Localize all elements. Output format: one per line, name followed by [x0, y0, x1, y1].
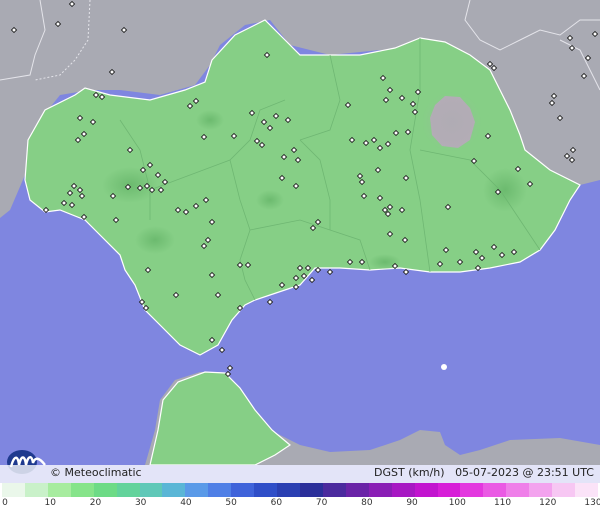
- scale-swatch: [506, 483, 530, 497]
- scale-swatch: [231, 483, 255, 497]
- color-scale-swatches: [2, 483, 598, 497]
- scale-label: 0: [2, 498, 8, 508]
- wind-gust-map: [0, 0, 600, 465]
- mountain-glow: [422, 92, 482, 152]
- scale-swatch: [2, 483, 25, 497]
- scale-swatch: [93, 483, 117, 497]
- scale-swatch: [47, 483, 71, 497]
- scale-swatch: [414, 483, 438, 497]
- scale-swatch: [322, 483, 346, 497]
- scale-swatch: [368, 483, 392, 497]
- scale-swatch: [483, 483, 507, 497]
- scale-label: 10: [44, 498, 56, 508]
- scale-label: 80: [361, 498, 373, 508]
- scale-label: 50: [225, 498, 237, 508]
- gust-area: [135, 226, 175, 254]
- scale-swatch: [552, 483, 576, 497]
- island-marker: [441, 364, 447, 370]
- scale-swatch: [437, 483, 461, 497]
- scale-swatch: [277, 483, 300, 497]
- scale-label: 90: [406, 498, 418, 508]
- color-scale-labels: 0 10 20 30 40 50 60 70 80 90 100 110 120 130: [0, 498, 600, 512]
- scale-swatch: [460, 483, 484, 497]
- credit-text[interactable]: © Meteoclimatic: [50, 466, 142, 479]
- map-view: © Meteoclimatic DGST (km/h) 05-07-2023 @…: [0, 0, 600, 517]
- scale-swatch: [254, 483, 278, 497]
- scale-swatch: [139, 483, 163, 497]
- datetime-label: 05-07-2023 @ 23:51 UTC: [455, 466, 594, 479]
- scale-swatch: [299, 483, 323, 497]
- scale-swatch: [208, 483, 232, 497]
- scale-swatch: [345, 483, 369, 497]
- scale-swatch: [116, 483, 140, 497]
- variable-label: DGST (km/h): [374, 466, 445, 479]
- scale-label: 130: [584, 498, 600, 508]
- color-scale: 0 10 20 30 40 50 60 70 80 90 100 110 120 130: [0, 483, 600, 517]
- scale-swatch: [391, 483, 415, 497]
- scale-swatch: [529, 483, 553, 497]
- scale-swatch: [575, 483, 598, 497]
- scale-label: 100: [448, 498, 466, 508]
- scale-swatch: [70, 483, 94, 497]
- scale-label: 120: [539, 498, 557, 508]
- scale-label: 110: [493, 498, 512, 508]
- scale-label: 40: [180, 498, 192, 508]
- scale-swatch: [24, 483, 48, 497]
- gust-area: [196, 110, 224, 130]
- scale-label: 30: [134, 498, 147, 508]
- scale-swatch: [185, 483, 209, 497]
- scale-label: 20: [89, 498, 102, 508]
- map-caption: DGST (km/h) 05-07-2023 @ 23:51 UTC: [374, 466, 594, 479]
- gust-area: [102, 167, 158, 203]
- gust-area: [483, 168, 527, 212]
- scale-label: 70: [315, 498, 328, 508]
- gust-area: [256, 190, 284, 210]
- scale-swatch: [162, 483, 186, 497]
- scale-label: 60: [270, 498, 283, 508]
